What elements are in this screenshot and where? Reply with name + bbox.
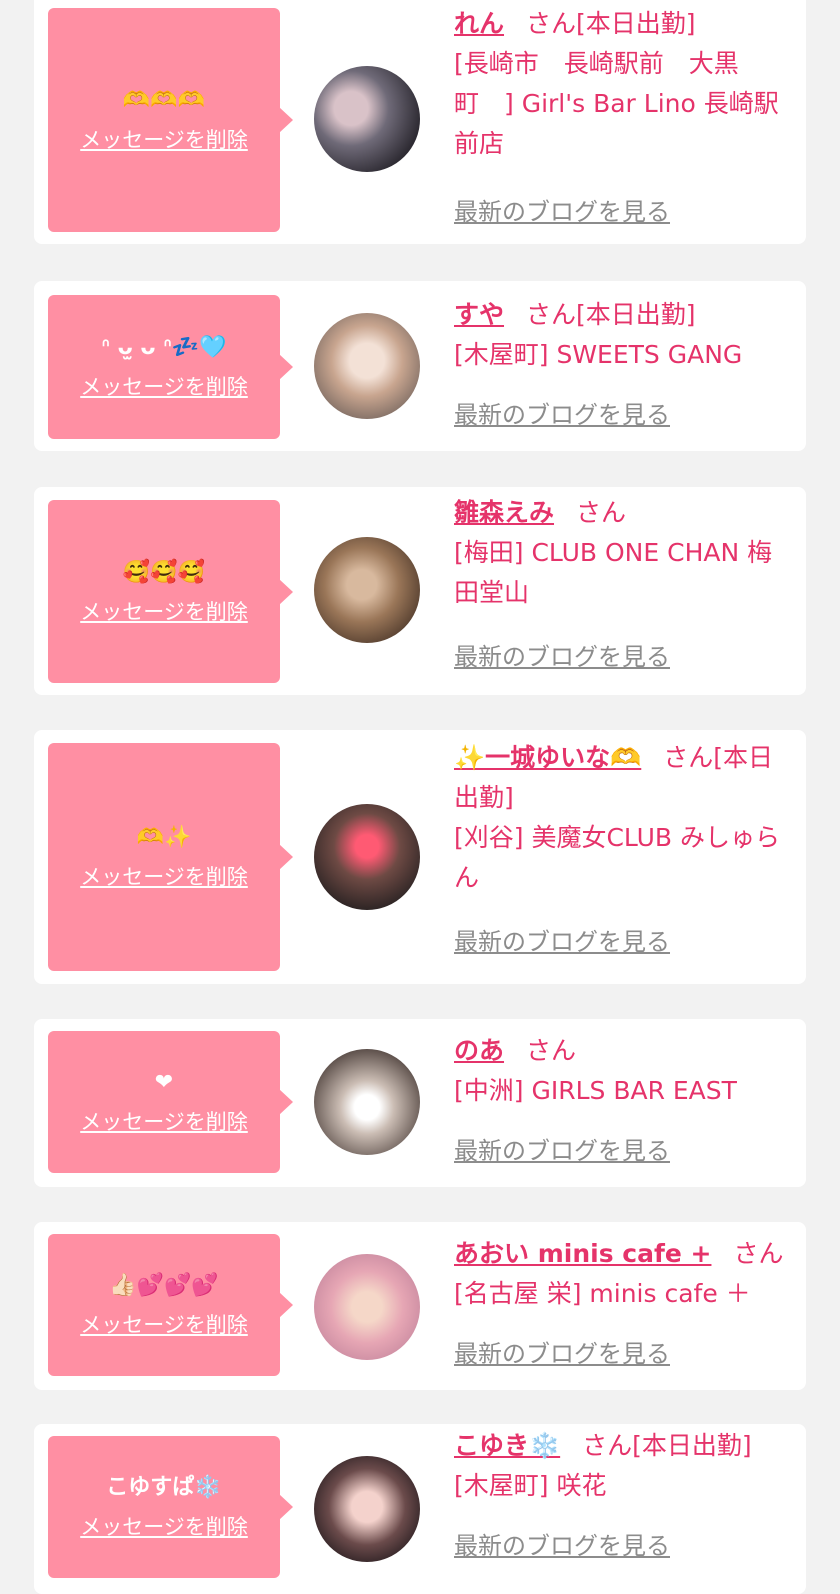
message-bubble: 🫶✨ メッセージを削除 <box>48 743 293 971</box>
store-text: [木屋町] 咲花 <box>454 1471 607 1500</box>
honorific: さん <box>733 1239 784 1268</box>
message-card: 🫶✨ メッセージを削除 ✨一城ゆいな🫶 さん[本日出勤] [刈谷] 美魔女CLUB… <box>34 730 806 984</box>
message-bubble: こゆすぱ❄️ メッセージを削除 <box>48 1436 293 1578</box>
message-card: こゆすぱ❄️ メッセージを削除 こゆき❄️ さん[本日出勤] [木屋町] 咲花 最… <box>34 1424 806 1594</box>
cast-name-link[interactable]: すや <box>454 300 504 329</box>
avatar[interactable] <box>314 1254 420 1360</box>
honorific: さん <box>582 1431 633 1460</box>
delete-message-link[interactable]: メッセージを削除 <box>80 1108 248 1136</box>
delete-message-link[interactable]: メッセージを削除 <box>80 126 248 154</box>
cast-name-link[interactable]: こゆき❄️ <box>454 1431 560 1460</box>
cast-name-link[interactable]: のあ <box>454 1036 504 1065</box>
store-text: [梅田] CLUB ONE CHAN 梅田堂山 <box>454 538 773 607</box>
avatar[interactable] <box>314 66 420 172</box>
honorific: さん <box>526 9 577 38</box>
cast-info: ✨一城ゆいな🫶 さん[本日出勤] [刈谷] 美魔女CLUB みしゅらん <box>454 738 790 898</box>
honorific: さん <box>526 1036 577 1065</box>
message-text: 🫶✨ <box>136 825 192 850</box>
store-text: [刈谷] 美魔女CLUB みしゅらん <box>454 823 780 892</box>
latest-blog-link[interactable]: 最新のブログを見る <box>454 1338 670 1370</box>
delete-message-link[interactable]: メッセージを削除 <box>80 863 248 891</box>
store-text: [中洲] GIRLS BAR EAST <box>454 1076 737 1105</box>
cast-info: すや さん[本日出勤] [木屋町] SWEETS GANG <box>454 295 790 375</box>
avatar[interactable] <box>314 313 420 419</box>
latest-blog-link[interactable]: 最新のブログを見る <box>454 641 670 673</box>
cast-name-link[interactable]: ✨一城ゆいな🫶 <box>454 743 641 772</box>
message-text: ᐢ ᴗ̫ ᴗ ᐢ💤🩵 <box>101 335 227 360</box>
message-text: こゆすぱ❄️ <box>106 1475 222 1500</box>
cast-name-link[interactable]: あおい minis cafe + <box>454 1239 711 1268</box>
cast-info: 雛森えみ さん [梅田] CLUB ONE CHAN 梅田堂山 <box>454 493 790 613</box>
message-text: 🥰🥰🥰 <box>122 559 206 585</box>
delete-message-link[interactable]: メッセージを削除 <box>80 373 248 401</box>
message-text: 👍🏻💕💕💕 <box>109 1273 219 1298</box>
message-bubble: ᐢ ᴗ̫ ᴗ ᐢ💤🩵 メッセージを削除 <box>48 295 293 439</box>
message-card: 👍🏻💕💕💕 メッセージを削除 あおい minis cafe + さん [名古屋 栄… <box>34 1222 806 1390</box>
message-card: ᐢ ᴗ̫ ᴗ ᐢ💤🩵 メッセージを削除 すや さん[本日出勤] [木屋町] SWE… <box>34 281 806 451</box>
latest-blog-link[interactable]: 最新のブログを見る <box>454 1135 670 1167</box>
avatar[interactable] <box>314 1456 420 1562</box>
cast-info: れん さん[本日出勤] [長崎市 長崎駅前 大黒町 ] Girl's Bar Li… <box>454 4 790 164</box>
store-text: [名古屋 栄] minis cafe ＋ <box>454 1279 751 1308</box>
attendance-status: [本日出勤] <box>576 9 696 38</box>
cast-name-link[interactable]: れん <box>454 9 504 38</box>
latest-blog-link[interactable]: 最新のブログを見る <box>454 1530 670 1562</box>
message-text: ❤ <box>154 1070 174 1095</box>
delete-message-link[interactable]: メッセージを削除 <box>80 1513 248 1541</box>
latest-blog-link[interactable]: 最新のブログを見る <box>454 399 670 431</box>
store-text: [長崎市 長崎駅前 大黒町 ] Girl's Bar Lino 長崎駅前店 <box>454 49 779 158</box>
honorific: さん <box>663 743 714 772</box>
attendance-status: [本日出勤] <box>632 1431 752 1460</box>
cast-name-link[interactable]: 雛森えみ <box>454 498 554 527</box>
avatar[interactable] <box>314 804 420 910</box>
honorific: さん <box>576 498 627 527</box>
latest-blog-link[interactable]: 最新のブログを見る <box>454 926 670 958</box>
message-bubble: 🫶🫶🫶 メッセージを削除 <box>48 8 293 232</box>
message-text: 🫶🫶🫶 <box>122 88 206 113</box>
message-card: 🥰🥰🥰 メッセージを削除 雛森えみ さん [梅田] CLUB ONE CHAN 梅… <box>34 487 806 695</box>
message-bubble: 🥰🥰🥰 メッセージを削除 <box>48 500 293 683</box>
message-bubble: ❤ メッセージを削除 <box>48 1031 293 1173</box>
avatar[interactable] <box>314 537 420 643</box>
cast-info: のあ さん [中洲] GIRLS BAR EAST <box>454 1031 790 1111</box>
store-text: [木屋町] SWEETS GANG <box>454 340 743 369</box>
attendance-status: [本日出勤] <box>576 300 696 329</box>
message-card: ❤ メッセージを削除 のあ さん [中洲] GIRLS BAR EAST 最新のブ… <box>34 1019 806 1187</box>
avatar[interactable] <box>314 1049 420 1155</box>
cast-info: あおい minis cafe + さん [名古屋 栄] minis cafe ＋ <box>454 1234 790 1314</box>
latest-blog-link[interactable]: 最新のブログを見る <box>454 196 670 228</box>
delete-message-link[interactable]: メッセージを削除 <box>80 598 248 626</box>
message-card: 🫶🫶🫶 メッセージを削除 れん さん[本日出勤] [長崎市 長崎駅前 大黒町 ] … <box>34 0 806 244</box>
delete-message-link[interactable]: メッセージを削除 <box>80 1311 248 1339</box>
honorific: さん <box>526 300 577 329</box>
message-bubble: 👍🏻💕💕💕 メッセージを削除 <box>48 1234 293 1376</box>
cast-info: こゆき❄️ さん[本日出勤] [木屋町] 咲花 <box>454 1426 790 1506</box>
